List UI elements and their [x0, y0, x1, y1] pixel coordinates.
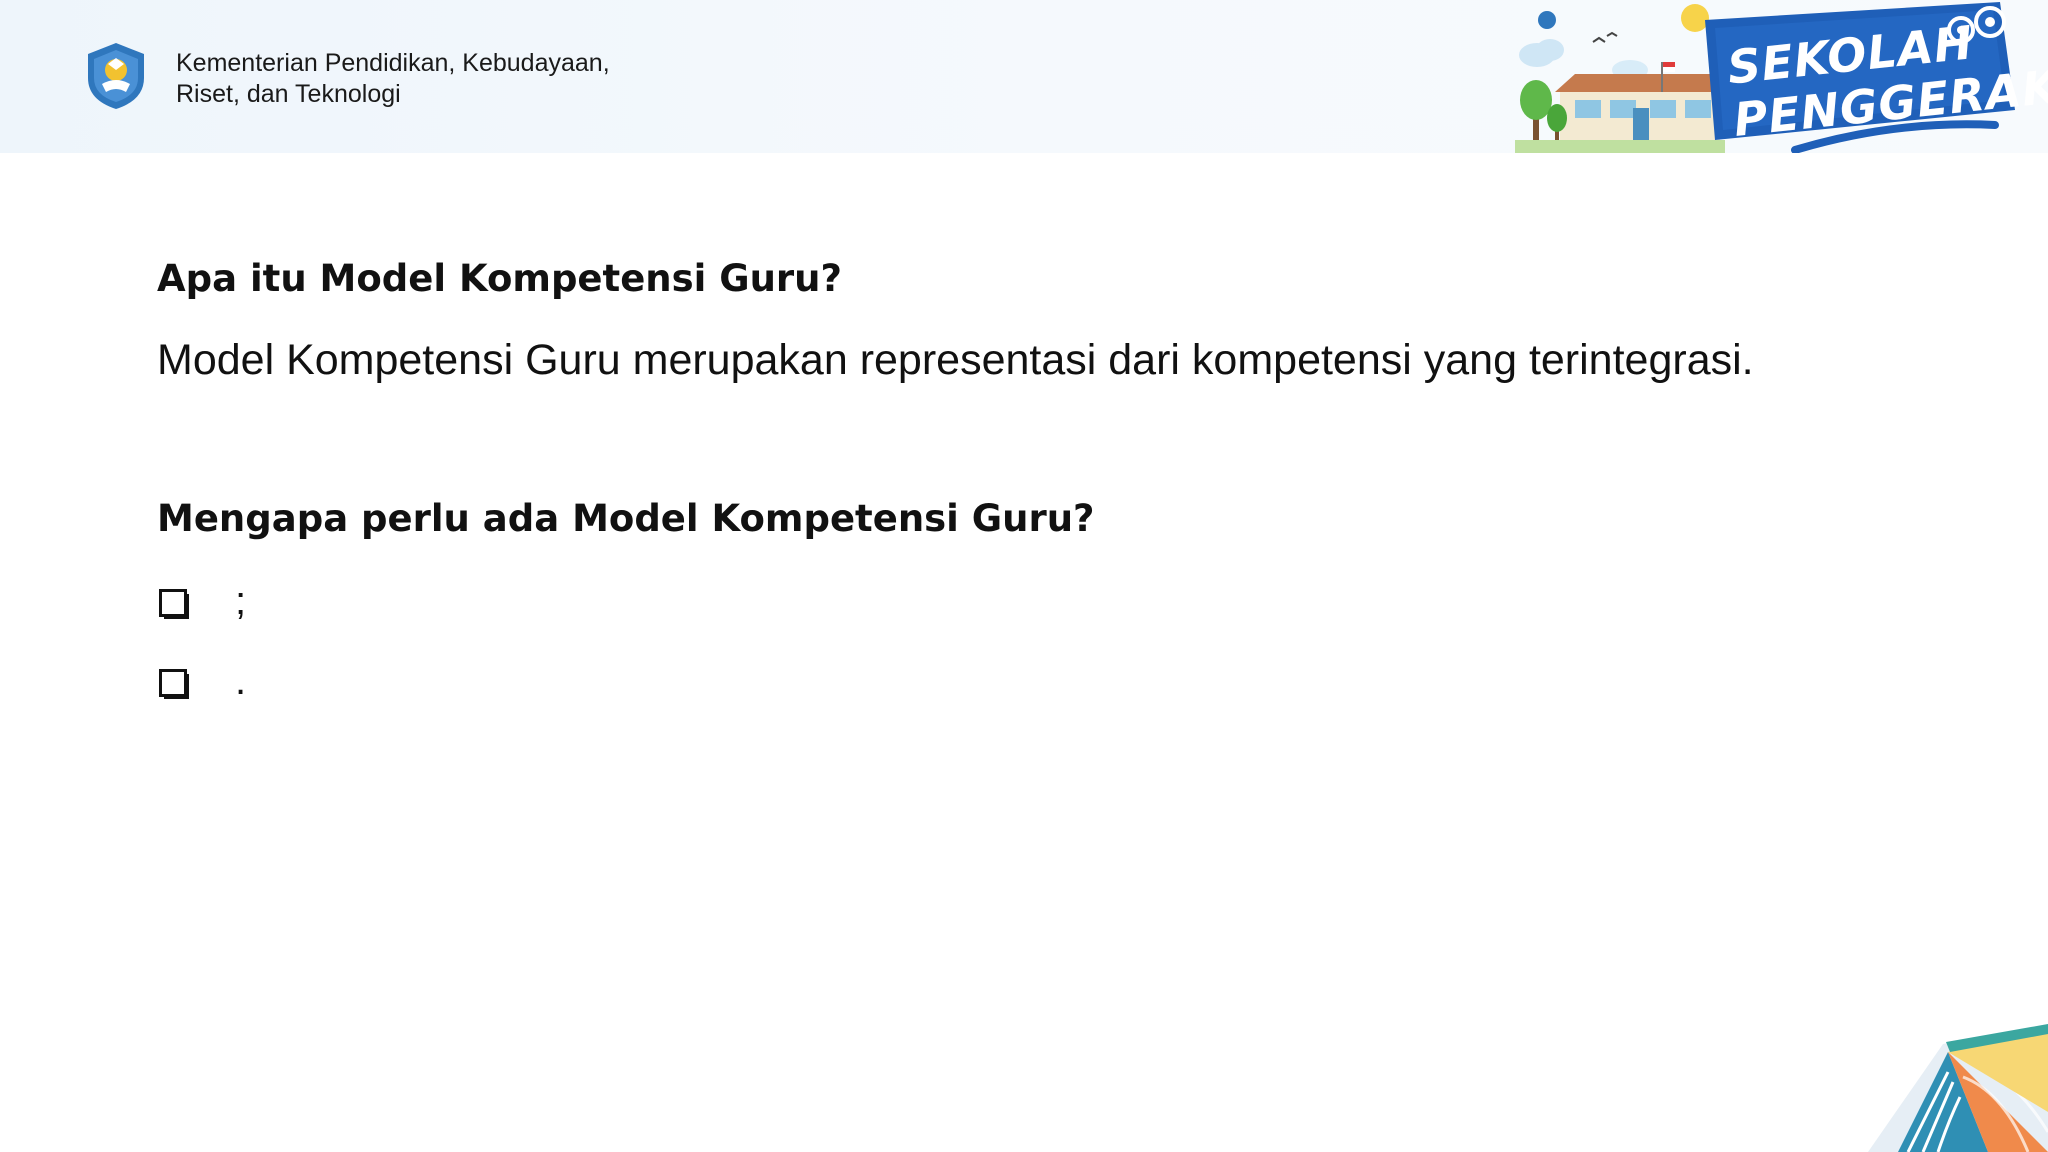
slide-header: Kementerian Pendidikan, Kebudayaan, Rise… — [0, 0, 2048, 153]
list-item: . — [157, 655, 246, 707]
bullet-text: . — [235, 658, 247, 703]
question-why-model: Mengapa perlu ada Model Kompetensi Guru? — [157, 497, 1095, 540]
tut-wuri-handayani-logo-icon — [88, 43, 144, 109]
checkbox-icon — [157, 581, 191, 621]
bullet-text: ; — [235, 578, 247, 623]
answer-model-definition: Model Kompetensi Guru merupakan represen… — [157, 336, 1754, 384]
sekolah-penggerak-banner: SEKOLAH PENGGERAK — [1515, 0, 2048, 153]
list-item: ; — [157, 575, 246, 627]
checkbox-icon — [157, 661, 191, 701]
ministry-name: Kementerian Pendidikan, Kebudayaan, Rise… — [176, 48, 610, 110]
slide: Kementerian Pendidikan, Kebudayaan, Rise… — [0, 0, 2048, 1152]
ministry-name-line1: Kementerian Pendidikan, Kebudayaan, — [176, 49, 610, 77]
question-what-is-model: Apa itu Model Kompetensi Guru? — [157, 257, 842, 300]
bullet-list: ; . — [157, 575, 246, 735]
ministry-name-line2: Riset, dan Teknologi — [176, 80, 401, 108]
decorative-corner-graphic — [1868, 1024, 2048, 1152]
